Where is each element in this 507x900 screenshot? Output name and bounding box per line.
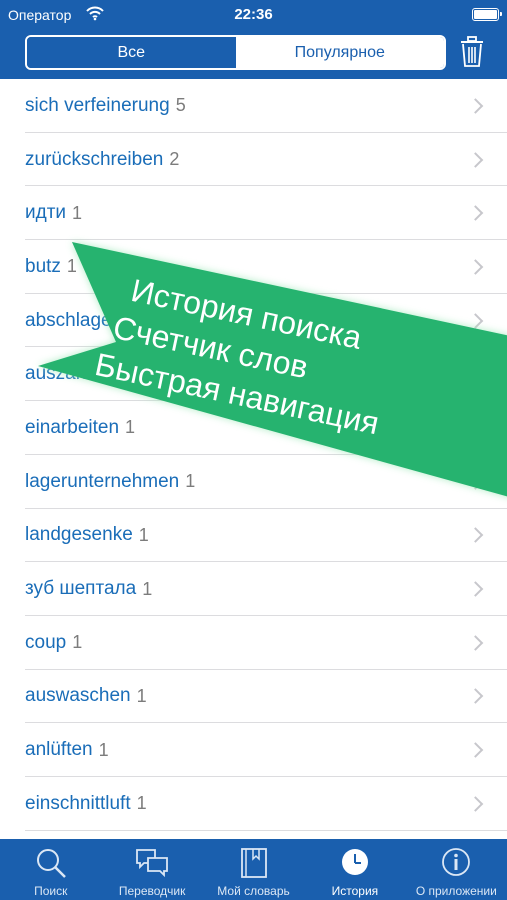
history-row[interactable]: landgesenke 1 [0, 509, 507, 563]
history-count: 1 [185, 471, 196, 492]
history-row[interactable]: zurückschreiben 2 [0, 133, 507, 187]
battery-icon [472, 8, 502, 21]
history-count: 1 [72, 202, 83, 223]
history-row[interactable]: anlüften 1 [0, 723, 507, 777]
history-word: идти [25, 202, 67, 224]
header-bar: Оператор 22:36 Все Популярное [0, 0, 507, 79]
chevron-right-icon [467, 634, 484, 651]
chevron-right-icon [467, 151, 484, 168]
tab-search[interactable]: Поиск [0, 839, 101, 900]
segment-popular[interactable]: Популярное [235, 37, 444, 68]
history-word: butz [25, 255, 61, 277]
tab-translator[interactable]: Переводчик [101, 839, 202, 900]
history-count: 1 [128, 310, 139, 331]
history-list: sich verfeinerung 5 zurückschreiben 2 идти 1… [0, 79, 507, 839]
history-word: landgesenke [25, 524, 133, 546]
chevron-right-icon [467, 527, 484, 544]
book-icon [240, 848, 267, 878]
history-word: auswaschen [25, 685, 131, 707]
history-row[interactable]: einschnittluft 1 [0, 777, 507, 831]
tab-label: История [331, 884, 379, 898]
history-row[interactable]: sich verfeinerung 5 [0, 79, 507, 133]
history-count: 1 [136, 685, 147, 706]
chevron-right-icon [467, 742, 484, 758]
history-count: 5 [175, 95, 186, 116]
history-row[interactable]: идти 1 [0, 186, 507, 240]
history-count: 1 [142, 578, 153, 599]
clock-label: 22:36 [234, 6, 273, 23]
info-icon [442, 848, 471, 876]
chevron-right-icon [467, 796, 484, 812]
history-word: lagerunternehmen [25, 470, 180, 492]
history-word: einarbeiten [25, 416, 120, 438]
history-count: 1 [66, 256, 77, 277]
history-count: 2 [169, 149, 180, 170]
trash-icon[interactable] [459, 36, 485, 68]
chevron-right-icon [467, 420, 484, 436]
history-word: zurückschreiben [25, 148, 164, 170]
history-word: coup [25, 631, 67, 653]
search-icon [36, 849, 66, 878]
chevron-right-icon [467, 259, 484, 275]
tab-about[interactable]: О приложении [406, 839, 507, 900]
history-row[interactable]: зуб шептала 1 [0, 562, 507, 616]
history-row[interactable]: auswaschen 1 [0, 670, 507, 724]
history-row[interactable]: butz 1 [0, 240, 507, 294]
segment-all[interactable]: Все [27, 37, 236, 68]
history-count: 1 [72, 632, 83, 653]
history-row[interactable]: lagerunternehmen 1 [0, 455, 507, 509]
history-row[interactable]: auszahlen 1 [0, 347, 507, 401]
history-word: einschnittluft [25, 792, 131, 814]
history-word: auszahlen [25, 363, 112, 385]
filter-segmented-control: Все Популярное [25, 35, 446, 70]
tab-label: Переводчик [118, 884, 186, 898]
speech-bubbles-icon [136, 849, 169, 878]
history-word: sich verfeinerung [25, 94, 170, 116]
history-word: anlüften [25, 739, 93, 761]
history-count: 1 [117, 363, 128, 384]
history-word: abschlagen [25, 309, 123, 331]
history-count: 1 [138, 524, 149, 545]
tab-my-dictionary[interactable]: Мой словарь [203, 839, 304, 900]
history-count: 1 [125, 417, 136, 438]
history-count: 1 [98, 739, 109, 760]
chevron-right-icon [467, 98, 484, 114]
tab-label: Мой словарь [217, 884, 290, 898]
chevron-right-icon [467, 366, 484, 383]
chevron-right-icon [467, 581, 484, 597]
history-count: 1 [136, 793, 147, 814]
chevron-right-icon [467, 688, 484, 705]
clock-icon [341, 849, 368, 875]
history-row[interactable]: coup 1 [0, 616, 507, 670]
chevron-right-icon [467, 205, 484, 221]
chevron-right-icon [467, 473, 484, 490]
tab-bar: Поиск Переводчик Мой словарь История О п… [0, 839, 507, 900]
history-row[interactable]: abschlagen 1 [0, 294, 507, 348]
chevron-right-icon [467, 312, 484, 329]
history-row[interactable]: einarbeiten 1 [0, 401, 507, 455]
status-bar: Оператор 22:36 [0, 0, 507, 30]
tab-history[interactable]: История [304, 839, 405, 900]
history-word: зуб шептала [25, 578, 137, 600]
tab-label: Поиск [34, 884, 68, 898]
tab-label: О приложении [415, 884, 497, 898]
